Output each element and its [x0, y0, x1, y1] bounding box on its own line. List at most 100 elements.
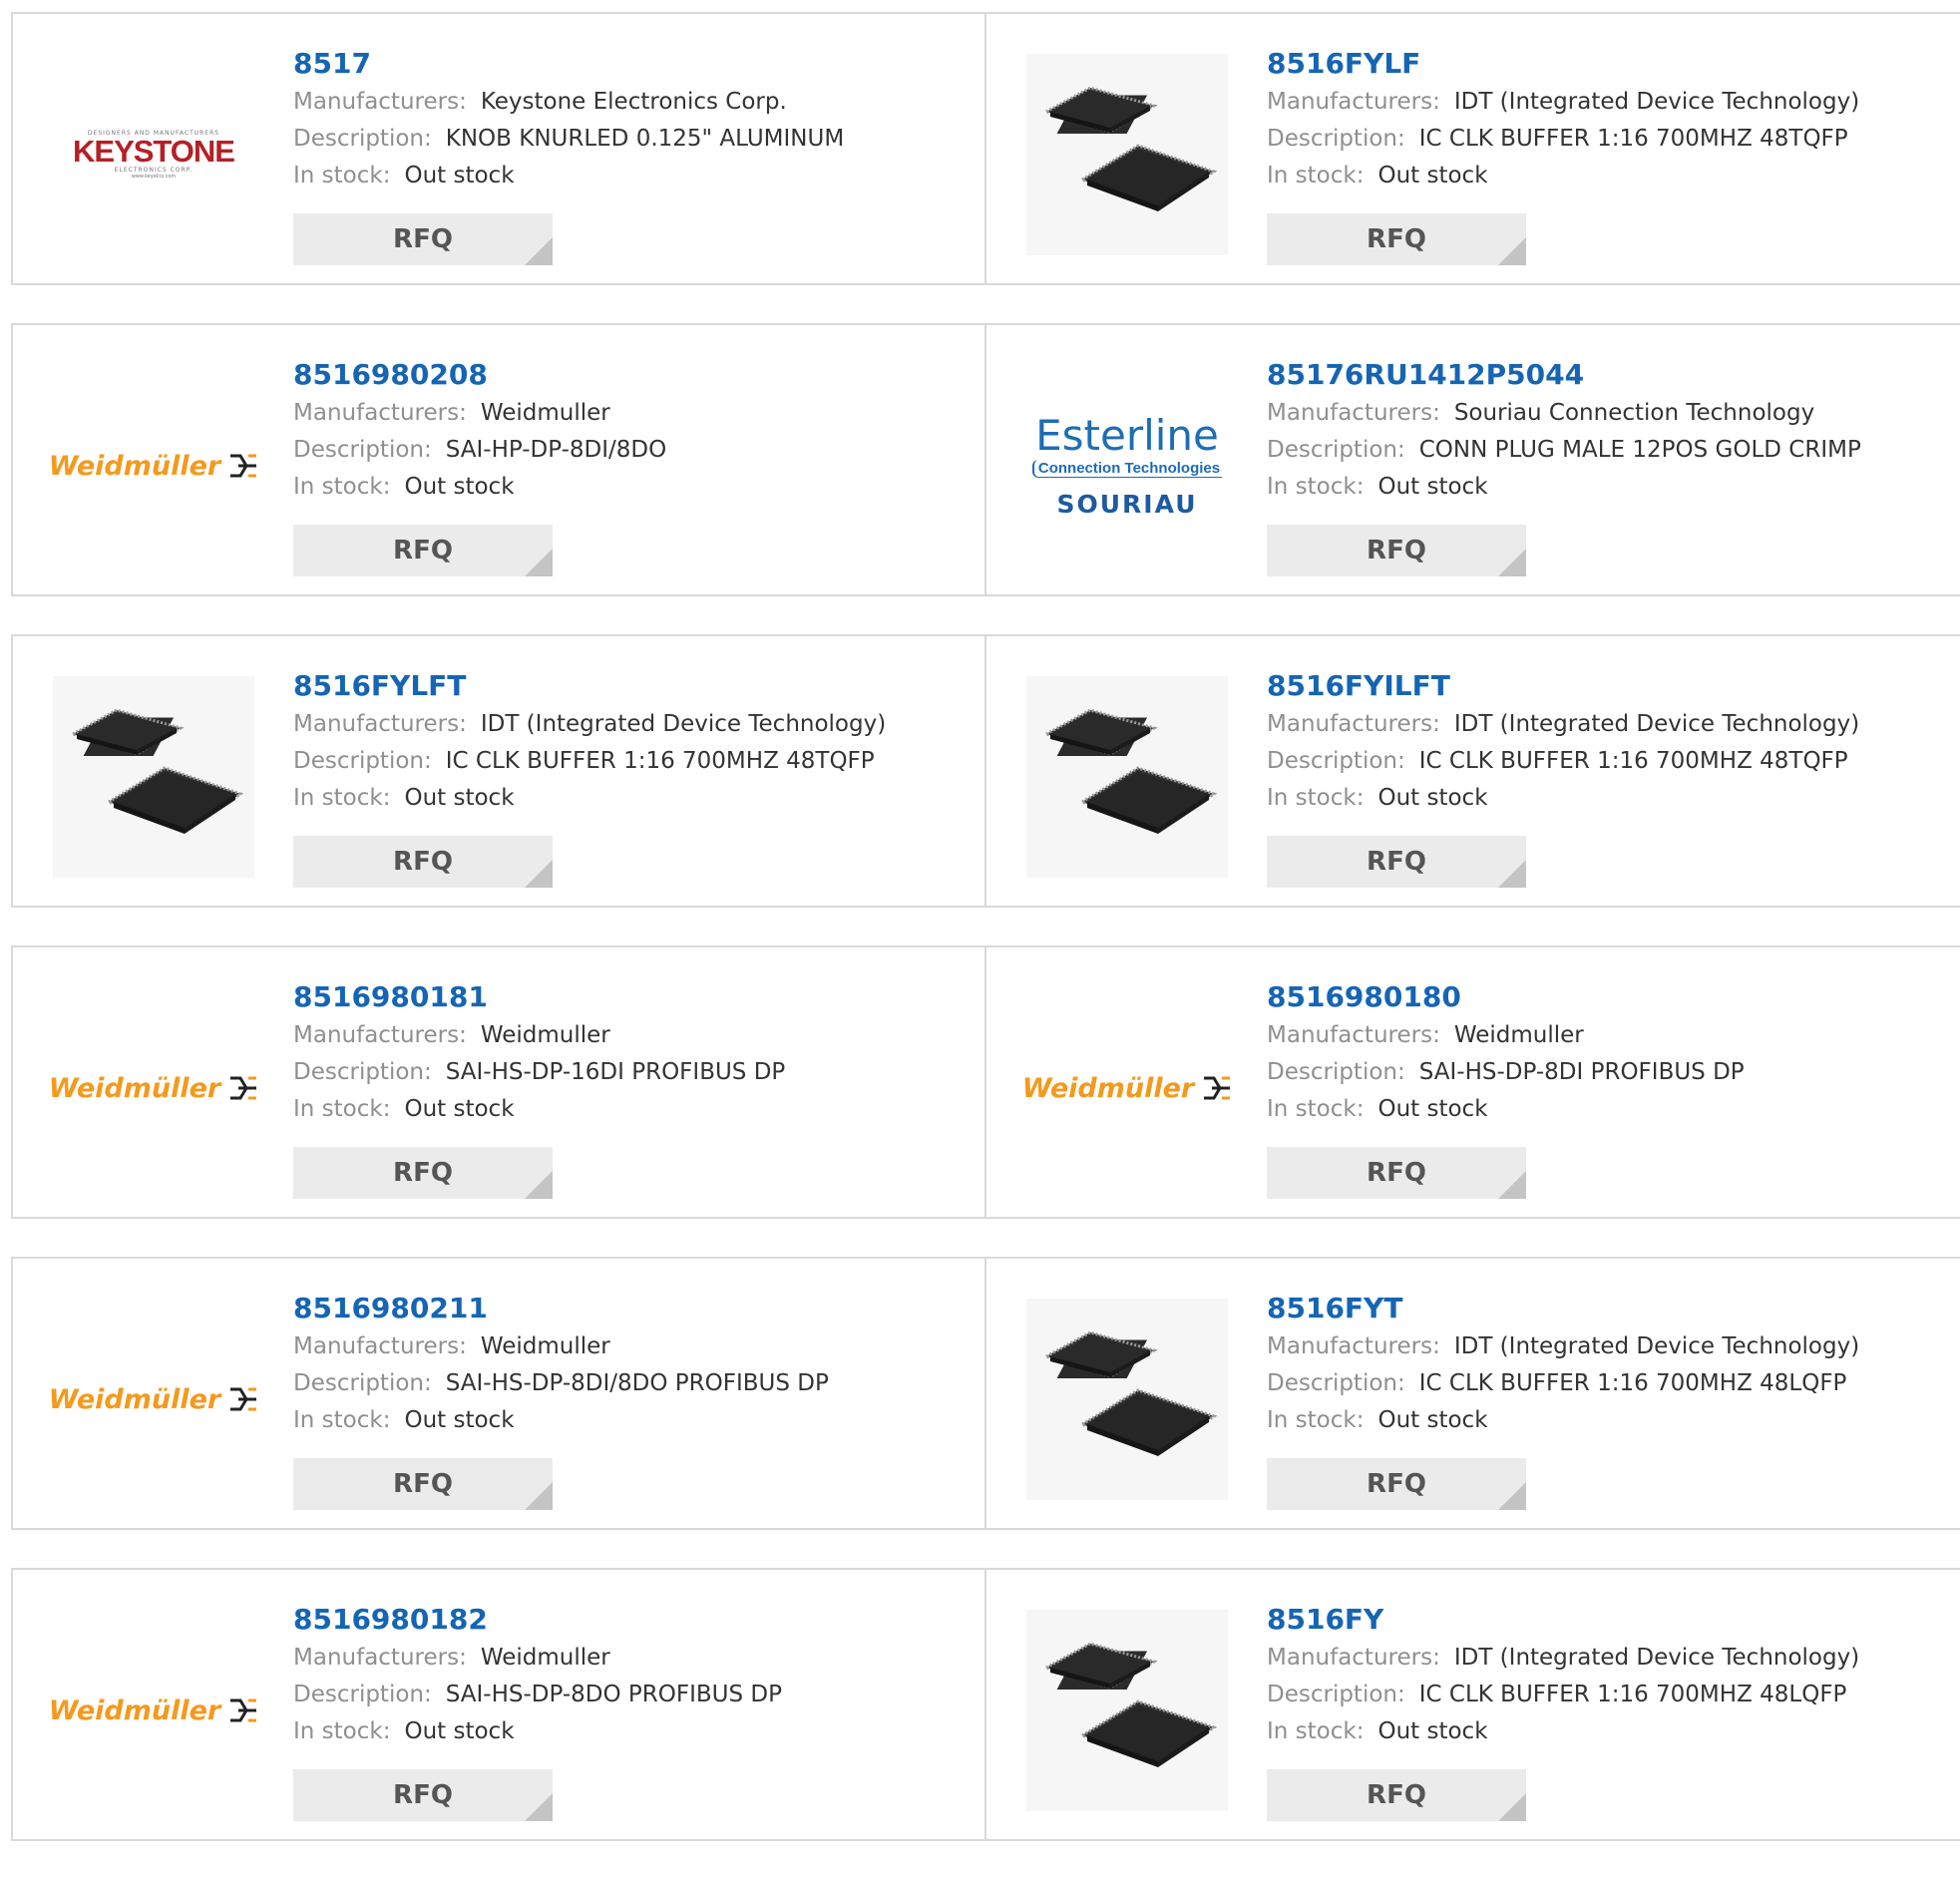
- manufacturer-value: Weidmuller: [480, 1333, 610, 1359]
- logo-wordmark: Esterline: [1035, 410, 1219, 460]
- part-number-link[interactable]: 8516FYILFT: [1267, 666, 1950, 706]
- manufacturer-label: Manufacturers:: [1267, 400, 1440, 426]
- stock-label: In stock:: [1267, 785, 1365, 811]
- rfq-button[interactable]: RFQ: [293, 1769, 553, 1821]
- manufacturer-line: Manufacturers: Weidmuller: [293, 395, 975, 432]
- stock-line: In stock: Out stock: [1267, 1091, 1950, 1128]
- manufacturer-value: Weidmuller: [480, 1645, 610, 1671]
- product-image[interactable]: Weidmüller: [49, 1610, 257, 1811]
- product-row: 8516FYLFT Manufacturers: IDT (Integrated D…: [11, 634, 1960, 908]
- rfq-button[interactable]: RFQ: [293, 1147, 553, 1199]
- manufacturer-label: Manufacturers:: [293, 1022, 467, 1048]
- part-number-link[interactable]: 8516FYT: [1267, 1289, 1950, 1328]
- logo-wordmark: Weidmüller: [48, 1072, 221, 1104]
- manufacturer-line: Manufacturers: IDT (Integrated Device Tec…: [1267, 84, 1950, 121]
- part-number-link[interactable]: 8516980180: [1267, 977, 1950, 1017]
- manufacturer-line: Manufacturers: Weidmuller: [293, 1640, 975, 1677]
- manufacturer-label: Manufacturers:: [293, 1645, 467, 1671]
- corner-triangle-icon: [1498, 1482, 1526, 1510]
- part-number-link[interactable]: 8516980208: [293, 355, 975, 395]
- rfq-label: RFQ: [1367, 847, 1426, 877]
- stock-line: In stock: Out stock: [1267, 158, 1950, 194]
- stock-value: Out stock: [404, 474, 515, 500]
- logo-wordmark: Weidmüller: [48, 1694, 221, 1726]
- product-image[interactable]: Weidmüller: [49, 987, 257, 1189]
- description-value: SAI-HS-DP-8DI PROFIBUS DP: [1418, 1059, 1745, 1085]
- stock-line: In stock: Out stock: [1267, 1402, 1950, 1439]
- description-line: Description: SAI-HS-DP-8DI PROFIBUS DP: [1267, 1054, 1950, 1091]
- stock-line: In stock: Out stock: [293, 1713, 975, 1750]
- product-card: 8516FYLF Manufacturers: IDT (Integrated De…: [986, 12, 1960, 285]
- logo-wordmark: Weidmüller: [48, 1383, 221, 1415]
- part-number-link[interactable]: 8516FYLF: [1267, 44, 1950, 84]
- description-value: IC CLK BUFFER 1:16 700MHZ 48LQFP: [1418, 1370, 1847, 1396]
- part-number-link[interactable]: 8516980211: [293, 1289, 975, 1328]
- product-image[interactable]: [1026, 54, 1228, 255]
- product-image[interactable]: Esterline Connection Technologies SOURIAU: [1026, 365, 1228, 566]
- description-label: Description:: [1267, 1370, 1405, 1396]
- part-number-link[interactable]: 8516FYLFT: [293, 666, 975, 706]
- description-line: Description: SAI-HS-DP-8DI/8DO PROFIBUS D…: [293, 1365, 975, 1402]
- rfq-button[interactable]: RFQ: [1267, 1147, 1526, 1199]
- product-info: 8517 Manufacturers: Keystone Electronics C…: [293, 44, 975, 194]
- stock-label: In stock:: [293, 1096, 391, 1122]
- corner-triangle-icon: [525, 1793, 553, 1821]
- description-value: SAI-HS-DP-8DO PROFIBUS DP: [445, 1682, 782, 1707]
- rfq-button[interactable]: RFQ: [1267, 836, 1526, 888]
- product-card: 8516FYLFT Manufacturers: IDT (Integrated D…: [11, 634, 986, 908]
- stock-value: Out stock: [404, 1407, 515, 1433]
- corner-triangle-icon: [1498, 549, 1526, 576]
- rfq-button[interactable]: RFQ: [1267, 1769, 1526, 1821]
- rfq-button[interactable]: RFQ: [293, 1458, 553, 1510]
- description-value: IC CLK BUFFER 1:16 700MHZ 48TQFP: [445, 748, 875, 774]
- part-number-link[interactable]: 85176RU1412P5044: [1267, 355, 1950, 395]
- product-image[interactable]: Weidmüller: [49, 1299, 257, 1500]
- rfq-button[interactable]: RFQ: [1267, 213, 1526, 265]
- description-line: Description: IC CLK BUFFER 1:16 700MHZ 48…: [293, 743, 975, 780]
- corner-triangle-icon: [1498, 1171, 1526, 1199]
- product-image[interactable]: [1026, 1610, 1228, 1811]
- product-row: Weidmüller 8516980181 Manufacturers: Weidmu…: [11, 945, 1960, 1219]
- stock-line: In stock: Out stock: [1267, 780, 1950, 817]
- stock-value: Out stock: [1377, 785, 1488, 811]
- rfq-button[interactable]: RFQ: [293, 836, 553, 888]
- description-label: Description:: [1267, 437, 1405, 463]
- product-image[interactable]: Weidmüller: [1022, 987, 1231, 1189]
- stock-label: In stock:: [1267, 1407, 1365, 1433]
- part-number-link[interactable]: 8517: [293, 44, 975, 84]
- part-number-link[interactable]: 8516FY: [1267, 1600, 1950, 1640]
- product-image[interactable]: DESIGNERS AND MANUFACTURERS KEYSTONE ELECT…: [53, 54, 254, 255]
- chip-image: [1042, 1330, 1218, 1456]
- product-info: 8516980211 Manufacturers: Weidmuller Descri…: [293, 1289, 975, 1439]
- description-label: Description:: [293, 126, 432, 152]
- product-row: Weidmüller 8516980208 Manufacturers: Weidmu…: [11, 323, 1960, 596]
- stock-label: In stock:: [1267, 1096, 1365, 1122]
- rfq-button[interactable]: RFQ: [1267, 525, 1526, 576]
- product-image[interactable]: Weidmüller: [49, 365, 257, 566]
- part-number-link[interactable]: 8516980181: [293, 977, 975, 1017]
- manufacturer-label: Manufacturers:: [1267, 711, 1440, 737]
- description-line: Description: IC CLK BUFFER 1:16 700MHZ 48…: [1267, 1677, 1950, 1713]
- stock-label: In stock:: [293, 163, 391, 188]
- manufacturer-line: Manufacturers: IDT (Integrated Device Tec…: [1267, 1640, 1950, 1677]
- description-value: SAI-HP-DP-8DI/8DO: [445, 437, 667, 463]
- rfq-button[interactable]: RFQ: [293, 213, 553, 265]
- product-image[interactable]: [1026, 1299, 1228, 1500]
- product-card: Weidmüller 8516980180 Manufacturers: Weidmu…: [986, 945, 1960, 1219]
- manufacturer-line: Manufacturers: Weidmuller: [293, 1017, 975, 1054]
- rfq-button[interactable]: RFQ: [293, 525, 553, 576]
- rfq-label: RFQ: [1367, 1780, 1426, 1810]
- manufacturer-value: Weidmuller: [480, 1022, 610, 1048]
- product-image[interactable]: [53, 676, 254, 878]
- product-card: Weidmüller 8516980182 Manufacturers: Weidmu…: [11, 1568, 986, 1841]
- part-number-link[interactable]: 8516980182: [293, 1600, 975, 1640]
- manufacturer-value: IDT (Integrated Device Technology): [480, 711, 887, 737]
- product-card: DESIGNERS AND MANUFACTURERS KEYSTONE ELECT…: [11, 12, 986, 285]
- product-image[interactable]: [1026, 676, 1228, 878]
- stock-value: Out stock: [1377, 163, 1488, 188]
- manufacturer-line: Manufacturers: Weidmuller: [1267, 1017, 1950, 1054]
- chip-image: [1042, 1642, 1218, 1767]
- manufacturer-label: Manufacturers:: [1267, 1333, 1440, 1359]
- rfq-label: RFQ: [1367, 536, 1426, 565]
- rfq-button[interactable]: RFQ: [1267, 1458, 1526, 1510]
